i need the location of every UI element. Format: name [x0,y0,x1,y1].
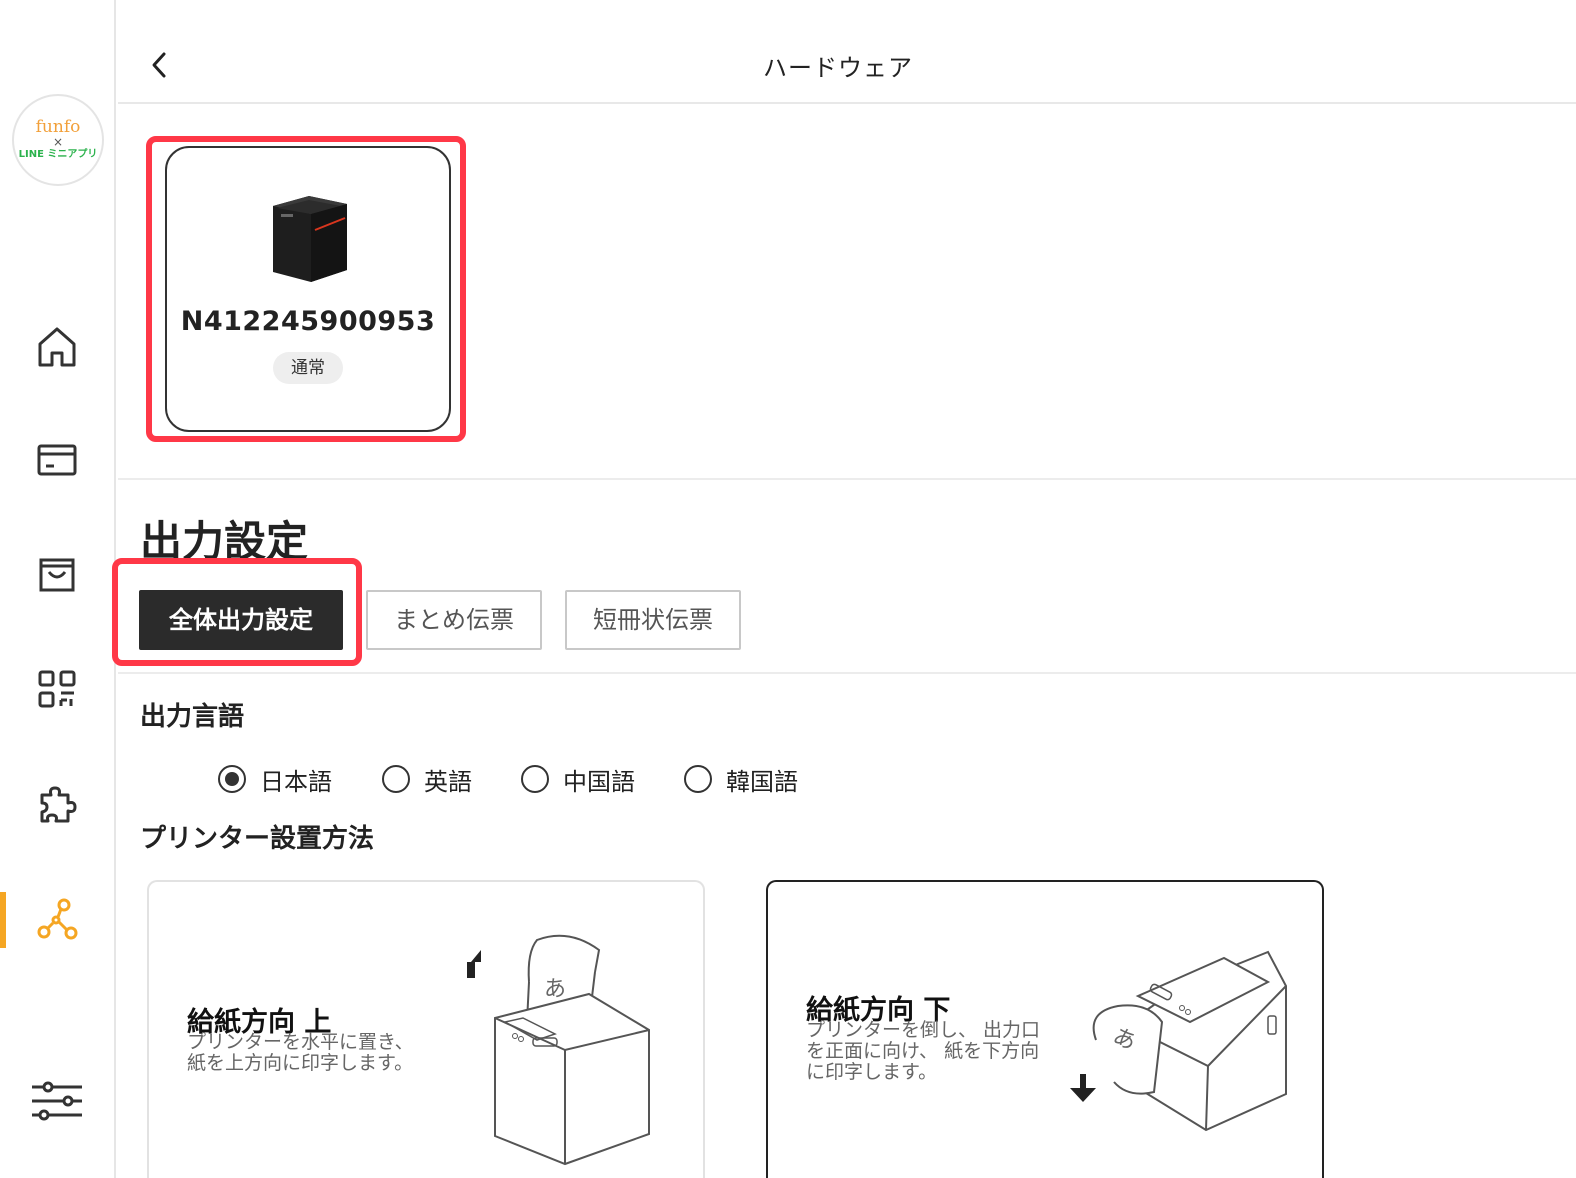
logo-line-text: LINE ミニアプリ [18,149,98,160]
radio-label: 日本語 [260,767,332,796]
option-description: プリンターを倒し、 出力口 を正面に向け、 紙を下方向 に印字します。 [806,1019,1041,1083]
printer-paper-down-illustration: あ [1070,950,1287,1132]
tab-overall-output[interactable]: 全体出力設定 [139,590,343,650]
app-logo[interactable]: funfo × LINE ミニアプリ [12,94,104,186]
sidebar: funfo × LINE ミニアプリ [0,0,116,1178]
printer-device-card[interactable]: N412245900953 通常 [165,146,451,432]
active-indicator [0,892,6,948]
radio-label: 中国語 [563,767,635,796]
radio-circle[interactable] [521,765,549,793]
tab-strip-slip[interactable]: 短冊状伝票 [565,590,741,650]
placement-option-up[interactable]: 給紙方向 上 プリンターを水平に置き、 紙を上方向に印字します。 あ [147,880,705,1178]
logo-cross-text: × [52,135,64,149]
output-language-title: 出力言語 [140,702,245,732]
settings-sliders-icon[interactable] [30,1074,84,1128]
header: ハードウェア [118,0,1576,104]
page-title: ハードウェア [763,54,913,82]
main-content: ハードウェア N412245900953 通常 出力設定 全体出力設定 まとめ伝… [112,0,1576,1178]
printer-placement-title: プリンター設置方法 [140,824,375,854]
network-icon[interactable] [30,892,84,946]
home-icon[interactable] [30,320,84,374]
radio-chinese[interactable]: 中国語 [521,762,635,796]
radio-english[interactable]: 英語 [382,762,472,796]
radio-korean[interactable]: 韓国語 [684,762,798,796]
radio-dot [225,772,239,786]
illus-glyph: あ [544,977,566,1002]
radio-circle[interactable] [218,765,246,793]
device-id: N412245900953 [180,306,436,337]
puzzle-icon[interactable] [30,778,84,832]
shopping-bag-icon[interactable] [30,548,84,602]
qr-code-icon[interactable] [30,662,84,716]
printer-paper-up-illustration: あ [467,934,650,1166]
status-badge: 通常 [273,352,343,384]
tab-summary-slip[interactable]: まとめ伝票 [366,590,542,650]
divider [118,672,1576,674]
radio-label: 英語 [424,767,472,796]
radio-circle[interactable] [382,765,410,793]
device-list: N412245900953 通常 [118,104,1576,480]
option-description: プリンターを水平に置き、 紙を上方向に印字します。 [187,1031,414,1074]
placement-option-down[interactable]: 給紙方向 下 プリンターを倒し、 出力口 を正面に向け、 紙を下方向 に印字しま… [766,880,1324,1178]
radio-circle[interactable] [684,765,712,793]
logo-funfo-text: funfo [35,117,81,137]
radio-label: 韓国語 [726,767,798,796]
printer-image [273,196,347,282]
radio-japanese[interactable]: 日本語 [218,762,332,796]
card-icon[interactable] [30,433,84,487]
